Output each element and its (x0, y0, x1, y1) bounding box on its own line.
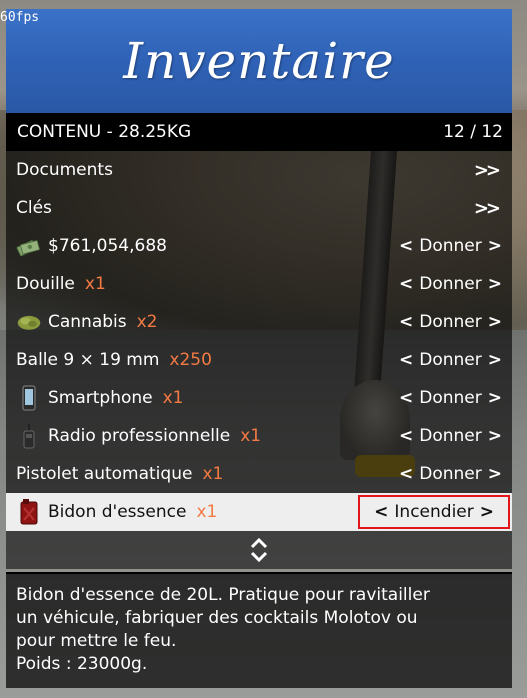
menu-item-keys[interactable]: Clés >> (6, 189, 512, 227)
inventory-menu: Inventaire CONTENU - 28.25KG 12 / 12 Doc… (6, 9, 512, 688)
arrow-left-icon[interactable]: < (399, 388, 413, 408)
menu-subheader: CONTENU - 28.25KG 12 / 12 (6, 113, 512, 151)
menu-item-label: Douille (16, 274, 75, 294)
selected-action-box[interactable]: < Incendier > (358, 495, 510, 529)
scroll-indicator[interactable] (6, 531, 512, 569)
item-quantity: x250 (169, 350, 212, 370)
menu-title: Inventaire (123, 32, 395, 90)
item-counter: 12 / 12 (443, 122, 503, 142)
jerrycan-icon (16, 499, 42, 525)
menu-item-cannabis[interactable]: Cannabis x2 < Donner > (6, 303, 512, 341)
arrow-right-icon[interactable]: > (488, 464, 502, 484)
menu-banner: Inventaire (6, 9, 512, 113)
arrow-left-icon[interactable]: < (399, 274, 413, 294)
item-quantity: x2 (136, 312, 158, 332)
action-label: Donner (419, 274, 482, 294)
menu-item-documents[interactable]: Documents >> (6, 151, 512, 189)
arrow-right-icon[interactable]: > (488, 388, 502, 408)
arrow-left-icon[interactable]: < (399, 350, 413, 370)
description-line: un véhicule, fabriquer des cocktails Mol… (16, 608, 418, 628)
action-label: Donner (419, 464, 482, 484)
submenu-arrow-icon: >> (473, 159, 501, 181)
item-quantity: x1 (162, 388, 184, 408)
menu-item-jerrycan[interactable]: Bidon d'essence x1 < Incendier > (6, 493, 512, 531)
cannabis-icon (16, 309, 42, 335)
arrow-right-icon[interactable]: > (488, 426, 502, 446)
action-label: Donner (419, 388, 482, 408)
description-weight: Poids : 23000g. (16, 654, 148, 674)
description-line: pour mettre le feu. (16, 631, 177, 651)
menu-item-cash[interactable]: $761,054,688 < Donner > (6, 227, 512, 265)
menu-item-label: Clés (16, 198, 52, 218)
menu-item-radio[interactable]: Radio professionnelle x1 < Donner > (6, 417, 512, 455)
item-quantity: x1 (240, 426, 262, 446)
arrow-right-icon[interactable]: > (488, 312, 502, 332)
action-label: Donner (419, 426, 482, 446)
smartphone-icon (16, 385, 42, 411)
arrow-right-icon[interactable]: > (480, 502, 494, 522)
menu-item-label: Cannabis (48, 312, 127, 332)
item-description: Bidon d'essence de 20L. Pratique pour ra… (6, 572, 512, 688)
submenu-arrow-icon: >> (473, 197, 501, 219)
menu-item-douille[interactable]: Douille x1 < Donner > (6, 265, 512, 303)
menu-item-label: $761,054,688 (48, 236, 167, 256)
arrow-left-icon[interactable]: < (399, 312, 413, 332)
menu-item-ammo[interactable]: Balle 9 × 19 mm x250 < Donner > (6, 341, 512, 379)
item-quantity: x1 (84, 274, 106, 294)
arrow-right-icon[interactable]: > (488, 274, 502, 294)
menu-item-pistol[interactable]: Pistolet automatique x1 < Donner > (6, 455, 512, 493)
arrow-right-icon[interactable]: > (488, 236, 502, 256)
arrow-left-icon[interactable]: < (374, 502, 388, 522)
menu-item-label: Pistolet automatique (16, 464, 193, 484)
menu-item-label: Smartphone (48, 388, 153, 408)
arrow-right-icon[interactable]: > (488, 350, 502, 370)
item-quantity: x1 (196, 502, 218, 522)
description-line: Bidon d'essence de 20L. Pratique pour ra… (16, 585, 430, 605)
item-quantity: x1 (202, 464, 224, 484)
menu-item-label: Radio professionnelle (48, 426, 231, 446)
arrow-left-icon[interactable]: < (399, 464, 413, 484)
menu-item-smartphone[interactable]: Smartphone x1 < Donner > (6, 379, 512, 417)
inventory-weight: CONTENU - 28.25KG (17, 122, 192, 142)
cash-stack-icon (16, 233, 42, 259)
action-label: Donner (419, 236, 482, 256)
action-label: Donner (419, 350, 482, 370)
arrow-left-icon[interactable]: < (399, 426, 413, 446)
scroll-updown-icon (250, 537, 268, 563)
action-label: Incendier (394, 502, 474, 522)
menu-item-label: Documents (16, 160, 113, 180)
menu-item-label: Balle 9 × 19 mm (16, 350, 160, 370)
action-label: Donner (419, 312, 482, 332)
fps-counter: 60fps (0, 10, 40, 25)
arrow-left-icon[interactable]: < (399, 236, 413, 256)
radio-icon (16, 423, 42, 449)
menu-item-label: Bidon d'essence (48, 502, 187, 522)
